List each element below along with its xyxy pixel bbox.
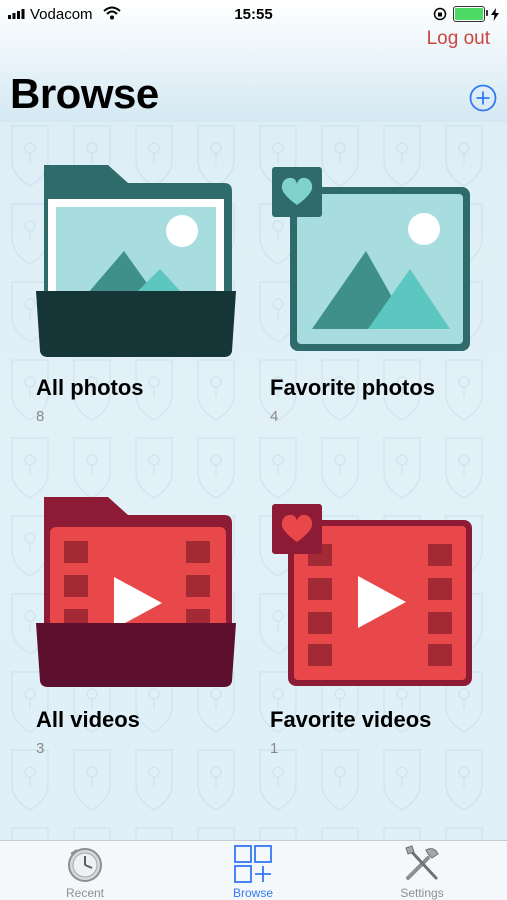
album-all-videos[interactable]: All videos 3 [36, 497, 266, 762]
album-favorite-videos[interactable]: Favorite videos 1 [270, 502, 500, 767]
browse-screen: Vodacom 15:55 Log out Browse All photos … [0, 0, 507, 900]
grid-plus-icon [234, 845, 272, 883]
tab-bar: Recent Browse Settings [0, 840, 507, 900]
album-favorite-photos[interactable]: Favorite photos 4 [270, 165, 500, 430]
photo-folder-icon [36, 165, 236, 357]
album-label: Favorite photos [270, 375, 436, 400]
album-count: 8 [36, 408, 45, 425]
album-count: 3 [36, 740, 45, 757]
orientation-lock-icon [433, 7, 447, 21]
tab-label: Recent [65, 886, 105, 900]
tab-settings[interactable]: Settings [362, 841, 482, 900]
status-bar: Vodacom 15:55 [0, 0, 507, 30]
favorite-photo-icon [272, 167, 470, 351]
clock-icon [68, 848, 102, 882]
album-count: 4 [270, 408, 279, 425]
album-label: All photos [36, 375, 144, 400]
video-folder-icon [36, 497, 236, 687]
favorite-video-icon [272, 504, 472, 686]
album-all-photos[interactable]: All photos 8 [36, 165, 266, 430]
tab-label: Browse [232, 886, 273, 900]
page-title: Browse [10, 70, 159, 117]
status-right [433, 6, 499, 22]
tab-recent[interactable]: Recent [25, 841, 145, 900]
tab-browse[interactable]: Browse [193, 841, 313, 900]
battery-icon [453, 6, 488, 22]
album-count: 1 [270, 740, 279, 757]
add-album-button[interactable] [469, 84, 497, 112]
status-time: 15:55 [234, 6, 273, 23]
charging-bolt-icon [491, 7, 499, 21]
album-label: All videos [36, 707, 140, 732]
album-label: Favorite videos [270, 707, 432, 732]
tab-label: Settings [400, 886, 444, 900]
tools-icon [405, 845, 439, 880]
logout-button[interactable]: Log out [427, 28, 490, 50]
